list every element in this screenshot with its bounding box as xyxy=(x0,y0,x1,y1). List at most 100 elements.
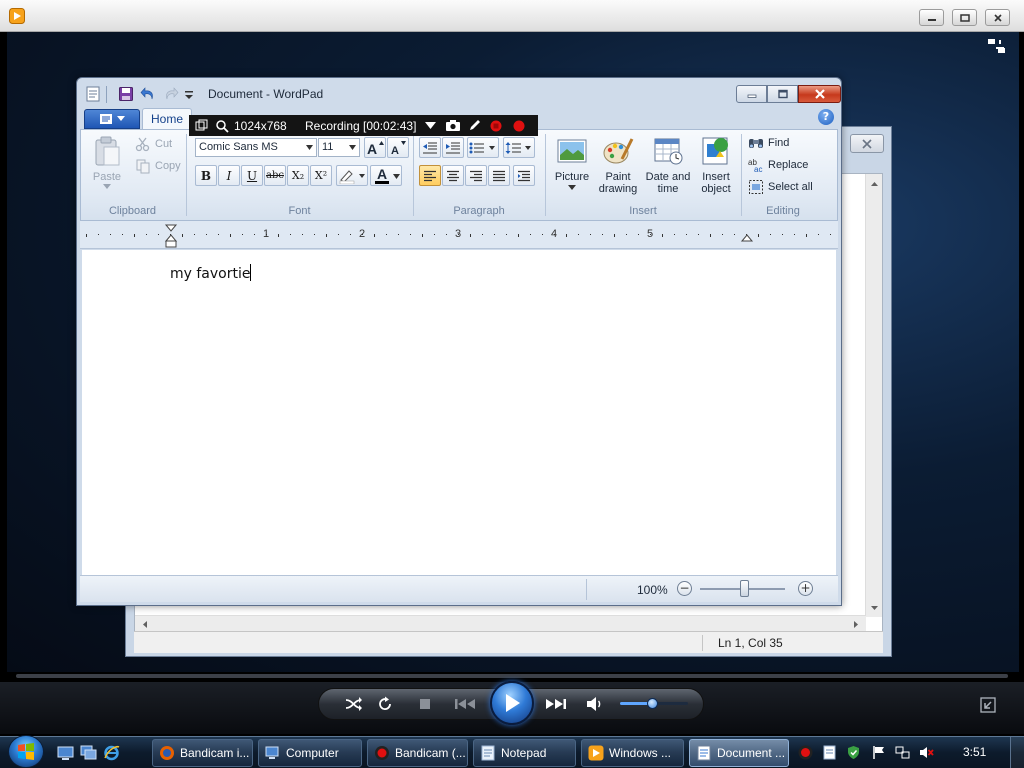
switch-to-library-icon[interactable] xyxy=(980,697,996,713)
security-center-icon[interactable] xyxy=(846,745,861,760)
seek-bar[interactable] xyxy=(16,674,1008,678)
notepad-close-button[interactable] xyxy=(850,134,884,153)
vertical-scrollbar[interactable] xyxy=(865,174,882,617)
list-button[interactable] xyxy=(467,137,499,158)
chevron-down-icon[interactable] xyxy=(425,118,436,133)
next-button[interactable] xyxy=(541,695,569,713)
copy-button[interactable]: Copy xyxy=(135,156,181,176)
line-spacing-button[interactable] xyxy=(503,137,535,158)
paste-button[interactable]: Paste xyxy=(86,135,128,199)
zoom-in-button[interactable]: + xyxy=(798,581,813,596)
volume-icon[interactable] xyxy=(586,695,604,713)
shrink-font-button[interactable]: A xyxy=(387,137,409,158)
document-editor[interactable]: my favortie xyxy=(82,250,836,575)
start-button[interactable] xyxy=(8,735,44,768)
italic-button[interactable]: I xyxy=(218,165,240,186)
maximize-button[interactable] xyxy=(767,85,798,103)
taskbar-item-bandicam-info[interactable]: Bandicam i... xyxy=(152,739,253,767)
previous-button[interactable] xyxy=(452,695,480,713)
minimize-button[interactable] xyxy=(736,85,767,103)
zoom-slider-thumb[interactable] xyxy=(740,580,749,597)
font-color-button[interactable]: A xyxy=(370,165,402,186)
volume-slider-thumb[interactable] xyxy=(647,698,658,709)
taskbar-item-windows-media-player[interactable]: Windows ... xyxy=(581,739,684,767)
show-desktop-icon[interactable] xyxy=(57,744,74,761)
align-right-button[interactable] xyxy=(465,165,487,186)
play-button[interactable] xyxy=(490,681,534,725)
taskbar-item-bandicam[interactable]: Bandicam (... xyxy=(367,739,468,767)
help-icon[interactable]: ? xyxy=(818,109,834,125)
underline-button[interactable]: U xyxy=(241,165,263,186)
date-time-button[interactable]: Date and time xyxy=(643,135,693,199)
align-center-button[interactable] xyxy=(442,165,464,186)
zoom-out-button[interactable]: − xyxy=(677,581,692,596)
select-all-icon xyxy=(749,180,763,194)
bandicam-tray-icon[interactable] xyxy=(798,745,813,760)
show-desktop-button[interactable] xyxy=(1010,737,1024,768)
strikethrough-button[interactable]: abc xyxy=(264,165,286,186)
repeat-icon[interactable] xyxy=(376,695,394,713)
justify-button[interactable] xyxy=(488,165,510,186)
ruler-tick xyxy=(182,234,183,237)
highlight-color-button[interactable] xyxy=(336,165,368,186)
qat-separator xyxy=(106,86,107,103)
document-text[interactable]: my favortie xyxy=(170,264,252,282)
font-size-combo[interactable]: 11 xyxy=(318,138,360,157)
paint-drawing-button[interactable]: Paint drawing xyxy=(595,135,641,199)
ruler-tick xyxy=(674,234,675,235)
pause-record-icon[interactable] xyxy=(490,118,502,133)
grow-font-button[interactable]: A xyxy=(364,137,386,158)
pencil-icon[interactable] xyxy=(468,118,481,133)
ruler-tick xyxy=(782,234,783,235)
taskbar-item-document-wordpad[interactable]: Document ... xyxy=(689,739,789,767)
taskbar-item-notepad[interactable]: Notepad xyxy=(473,739,576,767)
zoom-level: 100% xyxy=(637,583,668,597)
taskbar-item-computer[interactable]: Computer xyxy=(258,739,362,767)
switch-view-icon[interactable] xyxy=(988,38,1006,54)
bold-button[interactable]: B xyxy=(195,165,217,186)
close-button[interactable] xyxy=(798,85,841,103)
camera-icon[interactable] xyxy=(445,118,461,133)
copy-label: Copy xyxy=(155,160,181,172)
ruler[interactable]: 1 2 3 4 5 xyxy=(80,221,838,249)
find-label: Find xyxy=(768,137,790,149)
superscript-button[interactable]: X² xyxy=(310,165,332,186)
decrease-indent-button[interactable] xyxy=(419,137,441,158)
paragraph-settings-button[interactable] xyxy=(513,165,535,186)
redo-icon[interactable] xyxy=(163,86,179,102)
minimize-button[interactable] xyxy=(919,9,944,26)
undo-icon[interactable] xyxy=(140,86,156,102)
align-left-button[interactable] xyxy=(419,165,441,186)
stop-button[interactable] xyxy=(418,697,432,711)
insert-object-button[interactable]: Insert object xyxy=(693,135,739,199)
ruler-number: 5 xyxy=(647,228,654,240)
wordpad-app-icon[interactable] xyxy=(85,86,101,102)
close-button[interactable] xyxy=(985,9,1010,26)
increase-indent-button[interactable] xyxy=(442,137,464,158)
ruler-tick xyxy=(422,234,423,237)
replace-button[interactable]: ab ac Replace xyxy=(748,155,808,175)
shuffle-icon[interactable] xyxy=(344,695,364,713)
action-center-flag-icon[interactable] xyxy=(871,745,886,760)
window-mode-icon[interactable] xyxy=(195,118,208,133)
document-tray-icon[interactable] xyxy=(822,745,837,760)
tab-home[interactable]: Home xyxy=(142,108,192,130)
internet-explorer-icon[interactable] xyxy=(103,744,120,761)
volume-muted-icon[interactable] xyxy=(919,745,934,760)
save-icon[interactable] xyxy=(118,86,134,102)
subscript-button[interactable]: X₂ xyxy=(287,165,309,186)
find-button[interactable]: Find xyxy=(748,133,789,153)
switch-windows-icon[interactable] xyxy=(80,744,97,761)
ruler-tick xyxy=(230,234,231,237)
horizontal-scrollbar[interactable] xyxy=(135,615,866,632)
maximize-button[interactable] xyxy=(952,9,977,26)
select-all-button[interactable]: Select all xyxy=(748,177,813,197)
network-icon[interactable] xyxy=(895,745,910,760)
magnifier-icon[interactable] xyxy=(215,118,229,133)
cut-button[interactable]: Cut xyxy=(135,134,172,154)
picture-button[interactable]: Picture xyxy=(549,135,595,199)
font-family-combo[interactable]: Comic Sans MS xyxy=(195,138,317,157)
stop-record-icon[interactable] xyxy=(513,118,525,133)
customize-qat-icon[interactable] xyxy=(183,86,199,102)
application-menu-button[interactable] xyxy=(84,109,140,129)
